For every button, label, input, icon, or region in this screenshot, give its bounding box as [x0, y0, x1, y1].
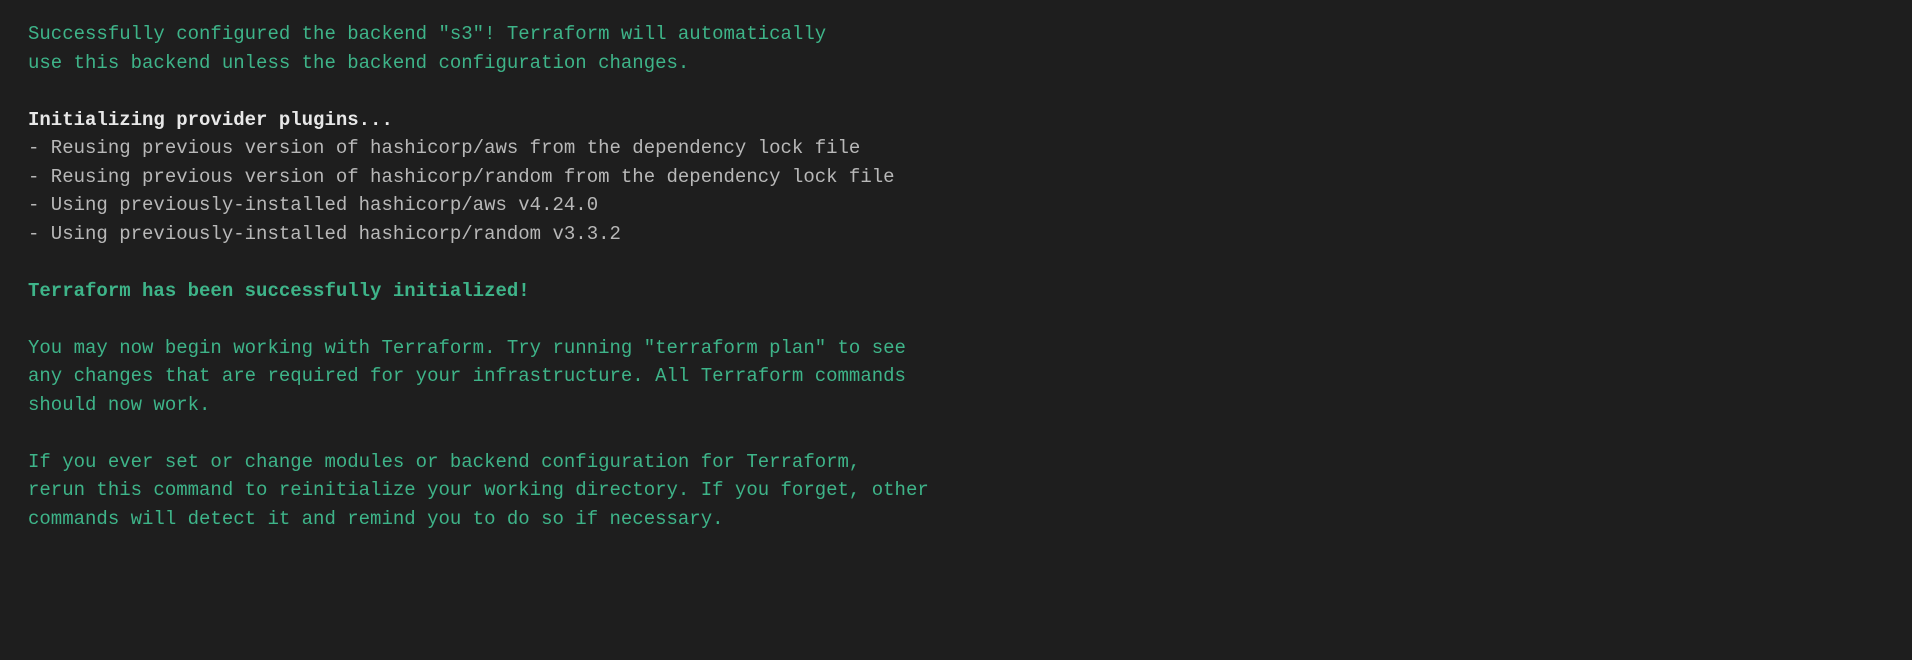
blank-line — [28, 77, 1884, 106]
advice-line: should now work. — [28, 391, 1884, 420]
blank-line — [28, 305, 1884, 334]
advice-line: any changes that are required for your i… — [28, 362, 1884, 391]
plugin-line: - Using previously-installed hashicorp/r… — [28, 220, 1884, 249]
plugin-line: - Using previously-installed hashicorp/a… — [28, 191, 1884, 220]
advice-line: You may now begin working with Terraform… — [28, 334, 1884, 363]
terminal-output: Successfully configured the backend "s3"… — [28, 20, 1884, 533]
blank-line — [28, 248, 1884, 277]
plugin-line: - Reusing previous version of hashicorp/… — [28, 134, 1884, 163]
blank-line — [28, 419, 1884, 448]
backend-config-line1: Successfully configured the backend "s3"… — [28, 20, 1884, 49]
advice-line: rerun this command to reinitialize your … — [28, 476, 1884, 505]
advice-line: commands will detect it and remind you t… — [28, 505, 1884, 534]
backend-config-line2: use this backend unless the backend conf… — [28, 49, 1884, 78]
plugin-line: - Reusing previous version of hashicorp/… — [28, 163, 1884, 192]
advice-line: If you ever set or change modules or bac… — [28, 448, 1884, 477]
init-plugins-header: Initializing provider plugins... — [28, 106, 1884, 135]
success-header: Terraform has been successfully initiali… — [28, 277, 1884, 306]
